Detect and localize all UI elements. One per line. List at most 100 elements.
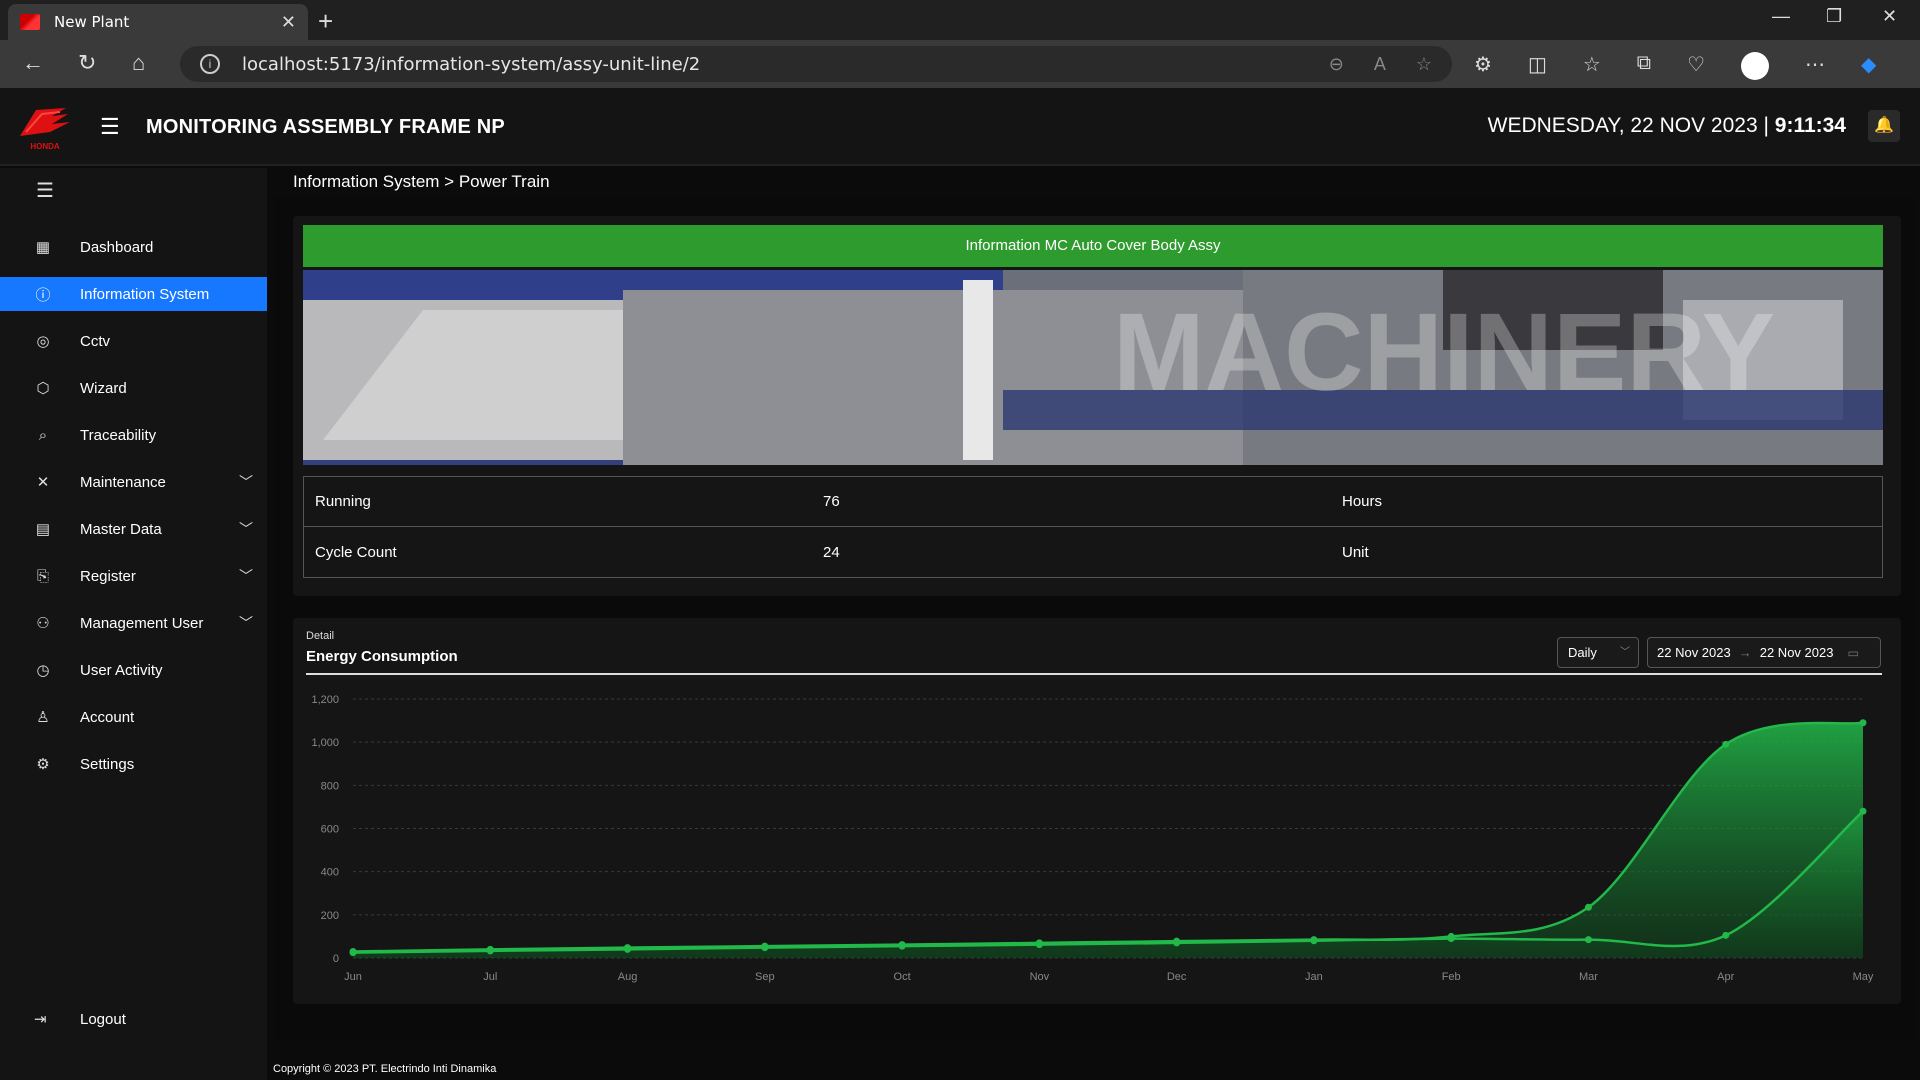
info-icon: ⓘ bbox=[35, 286, 51, 304]
x-tick-label: Jul bbox=[483, 971, 497, 983]
sidebar-item-label: Dashboard bbox=[80, 238, 154, 256]
favorites-icon[interactable]: ☆ bbox=[1583, 52, 1601, 80]
copilot-icon[interactable]: ◆ bbox=[1861, 52, 1876, 80]
x-tick-label: Mar bbox=[1579, 971, 1598, 983]
profile-avatar[interactable] bbox=[1741, 52, 1769, 80]
data-point bbox=[349, 949, 357, 957]
url-text: localhost:5173/information-system/assy-u… bbox=[242, 53, 701, 75]
logout-button[interactable]: ⇥ Logout bbox=[34, 1010, 126, 1029]
svg-text:HONDA: HONDA bbox=[30, 142, 60, 151]
app-header: HONDA ☰ MONITORING ASSEMBLY FRAME NP WED… bbox=[0, 88, 1920, 166]
data-point bbox=[1584, 903, 1592, 911]
data-point bbox=[1035, 941, 1043, 949]
current-date: WEDNESDAY, 22 NOV 2023 bbox=[1487, 114, 1758, 137]
sidebar-item-wizard[interactable]: ⬡ Wizard bbox=[0, 371, 267, 405]
chevron-down-icon: ﹀ bbox=[239, 474, 253, 490]
sidebar-item-traceability[interactable]: ⌕ Traceability bbox=[0, 418, 267, 452]
data-point bbox=[1722, 931, 1730, 939]
dashboard-icon: ▦ bbox=[35, 239, 51, 256]
restore-icon[interactable]: ❐ bbox=[1826, 6, 1842, 27]
refresh-icon[interactable]: ↻ bbox=[78, 50, 96, 76]
sidebar-item-register[interactable]: ⎘ Register ﹀ bbox=[0, 559, 267, 593]
address-bar: ← ↻ ⌂ i localhost:5173/information-syste… bbox=[0, 40, 1920, 88]
notification-bell-icon[interactable]: 🔔 bbox=[1868, 110, 1900, 142]
user-icon: ♙ bbox=[36, 709, 50, 726]
sidebar-item-label: Cctv bbox=[80, 332, 110, 350]
back-icon[interactable]: ← bbox=[22, 50, 44, 76]
sidebar: ☰ ▦ Dashboard ⓘ Information System ◎ Cctv ⬡… bbox=[0, 168, 267, 1080]
calendar-icon: ▭ bbox=[1847, 645, 1859, 660]
sidebar-menu: ▦ Dashboard ⓘ Information System ◎ Cctv ⬡ Wi… bbox=[0, 230, 267, 794]
stat-unit: Unit bbox=[1342, 543, 1369, 561]
data-point bbox=[624, 945, 632, 953]
logout-label: Logout bbox=[80, 1010, 126, 1028]
date-to[interactable]: 22 Nov 2023 bbox=[1760, 645, 1834, 660]
tools-icon: ✕ bbox=[36, 474, 50, 491]
sidebar-item-label: Register bbox=[80, 567, 136, 585]
hamburger-menu-icon[interactable]: ☰ bbox=[100, 114, 120, 140]
close-window-icon[interactable]: ✕ bbox=[1882, 6, 1897, 27]
collapse-sidebar-icon[interactable]: ☰ bbox=[36, 178, 54, 203]
period-select[interactable]: Daily ﹀ bbox=[1557, 637, 1639, 668]
browser-titlebar: New Plant ✕ + — ❐ ✕ bbox=[0, 0, 1920, 40]
data-point bbox=[1859, 719, 1867, 727]
date-from[interactable]: 22 Nov 2023 bbox=[1657, 645, 1731, 660]
data-point bbox=[1447, 935, 1455, 943]
sidebar-item-dashboard[interactable]: ▦ Dashboard bbox=[0, 230, 267, 264]
zoom-icon[interactable]: ⊖ bbox=[1329, 54, 1344, 75]
stat-value: 24 bbox=[823, 543, 840, 561]
sidebar-item-information-system[interactable]: ⓘ Information System bbox=[0, 277, 267, 311]
energy-consumption-chart: 0 200 400 600 800 1,000 1,200 Jun Jul Aug Sep Oct N… bbox=[311, 694, 1873, 983]
honda-logo: HONDA bbox=[20, 108, 70, 151]
history-icon: ◷ bbox=[36, 662, 50, 679]
sidebar-item-cctv[interactable]: ◎ Cctv bbox=[0, 324, 267, 358]
sidebar-item-label: Maintenance bbox=[80, 473, 166, 491]
x-tick-label: Apr bbox=[1717, 971, 1734, 983]
period-select-value: Daily bbox=[1568, 645, 1597, 660]
sidebar-item-label: User Activity bbox=[80, 661, 163, 679]
sidebar-item-management-user[interactable]: ⚇ Management User ﹀ bbox=[0, 606, 267, 640]
chevron-down-icon: ﹀ bbox=[1620, 647, 1630, 658]
url-field[interactable]: i localhost:5173/information-system/assy… bbox=[180, 46, 1452, 82]
cctv-icon: ◎ bbox=[36, 333, 50, 350]
new-tab-icon[interactable]: + bbox=[318, 6, 333, 37]
split-screen-icon[interactable]: ◫ bbox=[1528, 52, 1547, 80]
sidebar-item-settings[interactable]: ⚙ Settings bbox=[0, 747, 267, 781]
stat-label: Cycle Count bbox=[315, 543, 397, 561]
extensions-icon[interactable]: ⚙ bbox=[1474, 52, 1492, 80]
machine-image: MACHINERY bbox=[303, 270, 1883, 465]
sidebar-item-master-data[interactable]: ▤ Master Data ﹀ bbox=[0, 512, 267, 546]
read-aloud-icon[interactable]: A bbox=[1374, 54, 1386, 75]
sidebar-item-user-activity[interactable]: ◷ User Activity bbox=[0, 653, 267, 687]
stat-unit: Hours bbox=[1342, 493, 1383, 510]
x-tick-label: Dec bbox=[1167, 971, 1187, 983]
browser-tab[interactable]: New Plant ✕ bbox=[8, 4, 308, 40]
x-tick-label: Oct bbox=[894, 971, 911, 983]
series-area bbox=[353, 722, 1863, 958]
site-info-icon[interactable]: i bbox=[200, 54, 220, 74]
watermark-text: MACHINERY bbox=[1113, 291, 1775, 414]
more-icon[interactable]: ⋯ bbox=[1805, 52, 1825, 80]
cube-icon: ⬡ bbox=[36, 380, 50, 397]
y-tick-label: 1,200 bbox=[311, 694, 339, 706]
x-tick-label: Jun bbox=[344, 971, 362, 983]
performance-icon[interactable]: ♡ bbox=[1687, 52, 1705, 80]
logout-icon: ⇥ bbox=[34, 1011, 47, 1028]
date-range-picker[interactable]: 22 Nov 2023 → 22 Nov 2023 ▭ bbox=[1647, 637, 1881, 668]
chevron-down-icon: ﹀ bbox=[239, 521, 253, 537]
sidebar-item-account[interactable]: ♙ Account bbox=[0, 700, 267, 734]
favorite-star-icon[interactable]: ☆ bbox=[1416, 54, 1432, 75]
tab-title: New Plant bbox=[54, 13, 130, 31]
sidebar-item-maintenance[interactable]: ✕ Maintenance ﹀ bbox=[0, 465, 267, 499]
current-time: 9:11:34 bbox=[1774, 114, 1846, 137]
data-point bbox=[1859, 807, 1867, 815]
sidebar-item-label: Wizard bbox=[80, 379, 127, 397]
app-title: MONITORING ASSEMBLY FRAME NP bbox=[146, 116, 505, 138]
user-manage-icon: ⚇ bbox=[36, 615, 50, 632]
collections-icon[interactable]: ⧉ bbox=[1637, 52, 1651, 80]
sidebar-item-label: Traceability bbox=[80, 426, 157, 444]
sidebar-item-label: Management User bbox=[80, 614, 204, 632]
minimize-icon[interactable]: — bbox=[1772, 6, 1790, 27]
home-icon[interactable]: ⌂ bbox=[132, 50, 145, 76]
tab-close-icon[interactable]: ✕ bbox=[281, 12, 296, 33]
